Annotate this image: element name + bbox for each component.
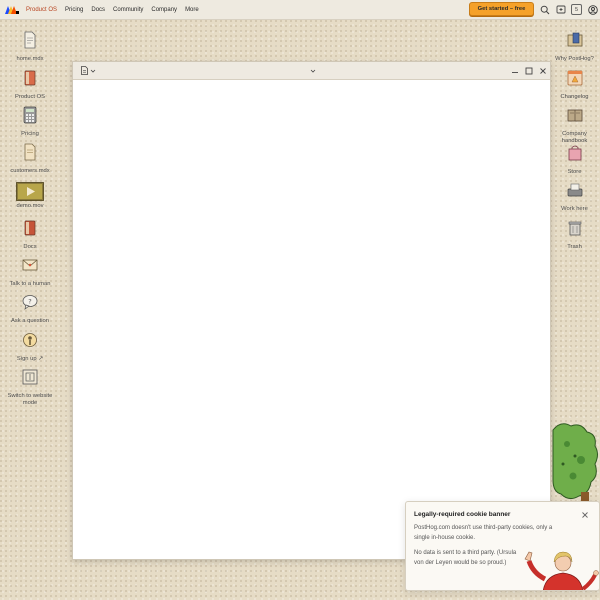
desktop-icon-customers[interactable]: customers.mdx: [2, 143, 58, 175]
desktop-icon-label: home.mdx: [16, 56, 44, 62]
signup-icon: [23, 333, 37, 347]
desktop-icon-label: Why PostHog?: [555, 56, 594, 62]
chevron-down-icon[interactable]: [90, 68, 96, 74]
top-bar: Product OS Pricing Docs Community Compan…: [0, 0, 600, 20]
close-icon[interactable]: [581, 511, 589, 519]
book-icon: [24, 70, 36, 86]
nav-community[interactable]: Community: [113, 7, 143, 13]
desktop-icon-label: Sign up ↗: [16, 356, 44, 362]
maximize-icon[interactable]: [525, 67, 533, 75]
desktop-icon-home[interactable]: home.mdx: [2, 31, 58, 63]
desktop-icon-label: customers.mdx: [10, 168, 50, 174]
envelope-icon: [22, 259, 38, 271]
desktop-icon-talk-to-human[interactable]: Talk to a human: [2, 256, 58, 288]
cookie-banner: Legally-required cookie banner PostHog.c…: [405, 501, 600, 591]
desktop-icon-label: Work here: [561, 206, 588, 212]
desktop-icon-work-here[interactable]: Work here: [549, 181, 600, 213]
document-icon: [24, 143, 36, 161]
bag-icon: [568, 145, 581, 161]
book-icon: [24, 220, 36, 236]
app-window: [72, 61, 551, 560]
posthog-logo-icon[interactable]: [5, 6, 19, 14]
desktop-icon-company-handbook[interactable]: Company handbook: [549, 106, 600, 145]
nav-product-os[interactable]: Product OS: [26, 7, 57, 13]
notification-badge[interactable]: 5: [571, 4, 582, 15]
desktop-icon-label: Trash: [567, 244, 582, 250]
desktop-icon-sign-up[interactable]: Sign up ↗: [2, 331, 58, 363]
trash-icon: [568, 221, 581, 236]
nav-company[interactable]: Company: [151, 7, 177, 13]
desktop-icon-label: Switch to website mode: [7, 393, 53, 406]
tree-illustration: [552, 423, 598, 505]
desktop-icon-label: Product OS: [15, 94, 45, 100]
search-icon[interactable]: [540, 5, 550, 15]
video-icon: [16, 182, 44, 201]
desktop-icon-store[interactable]: Store: [549, 144, 600, 176]
desktop-icon-label: Talk to a human: [9, 281, 51, 287]
nav-pricing[interactable]: Pricing: [65, 7, 83, 13]
chevron-down-icon[interactable]: [310, 68, 316, 74]
changelog-icon: [567, 70, 582, 86]
desktop-icon-label: demo.mov: [16, 203, 44, 209]
user-icon[interactable]: [588, 5, 598, 15]
question-icon: ?: [22, 295, 38, 310]
cookie-banner-text: PostHog.com doesn't use third-party cook…: [414, 525, 553, 541]
desktop-icon-label: Ask a question: [10, 318, 50, 324]
document-icon[interactable]: [80, 66, 89, 75]
desktop-icon-pricing[interactable]: Pricing: [2, 106, 58, 138]
get-started-button[interactable]: Get started – free: [469, 2, 534, 16]
desktop-icon-ask-question[interactable]: ? Ask a question: [2, 293, 58, 325]
close-icon[interactable]: [539, 67, 547, 75]
window-titlebar[interactable]: [73, 62, 550, 80]
cookie-banner-text: No data is sent to a third party. (Ursul…: [414, 550, 517, 566]
main-nav: Product OS Pricing Docs Community Compan…: [26, 0, 207, 20]
desktop-icon-why-posthog[interactable]: Why PostHog?: [549, 31, 600, 63]
chat-icon[interactable]: [556, 5, 566, 15]
desktop-icon-changelog[interactable]: Changelog: [549, 69, 600, 101]
calculator-icon: [23, 106, 37, 124]
desktop-icon-label: Changelog: [560, 94, 589, 100]
person-illustration: [524, 551, 599, 590]
desktop-icon-product-os[interactable]: Product OS: [2, 69, 58, 101]
desktop-icon-label: Company handbook: [561, 131, 588, 144]
window-content: [73, 80, 550, 559]
nav-docs[interactable]: Docs: [91, 7, 105, 13]
desktop-icon-website-mode[interactable]: Switch to website mode: [2, 368, 58, 407]
nav-more[interactable]: More: [185, 7, 199, 13]
folder-icon: [567, 32, 582, 47]
desktop-icon-docs[interactable]: Docs: [2, 219, 58, 251]
desktop-icon-label: Pricing: [21, 131, 39, 137]
desktop-icon-label: Store: [567, 169, 582, 175]
switch-icon: [22, 369, 38, 385]
handbook-icon: [567, 109, 582, 122]
typewriter-icon: [567, 183, 582, 197]
desktop-icon-demo[interactable]: demo.mov: [2, 182, 58, 210]
cookie-banner-title: Legally-required cookie banner: [414, 511, 511, 518]
desktop-icon-trash[interactable]: Trash: [549, 219, 600, 251]
svg-text:?: ?: [28, 298, 31, 306]
document-icon: [24, 31, 36, 49]
minimize-icon[interactable]: [511, 67, 519, 75]
desktop-icon-label: Docs: [23, 244, 37, 250]
